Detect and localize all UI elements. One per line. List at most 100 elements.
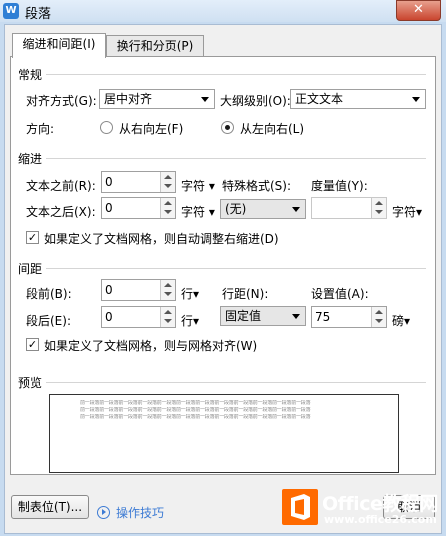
spin-up-icon[interactable] [164, 175, 172, 179]
rtl-radio[interactable] [100, 121, 113, 134]
outline-level-label: 大纲级别(O): [220, 94, 291, 108]
chevron-down-icon [201, 97, 209, 102]
spacing-grid-checkbox[interactable]: ✓ [26, 338, 39, 351]
check-icon: ✓ [27, 338, 38, 351]
tips-link[interactable]: 操作技巧 [116, 504, 164, 521]
spinner-buttons[interactable] [371, 198, 386, 218]
tab-stops-label: 制表位(T)... [17, 500, 83, 514]
space-before-input[interactable]: 0 [101, 279, 176, 301]
chevron-down-icon: ▾ [193, 314, 200, 328]
chevron-down-icon: ▾ [416, 205, 423, 219]
indent-before-input[interactable]: 0 [101, 171, 176, 193]
indent-grid-checkbox[interactable]: ✓ [26, 231, 39, 244]
chevron-down-icon: ▾ [208, 179, 215, 193]
space-after-input[interactable]: 0 [101, 306, 176, 328]
preview-line: 前一段落前一段落前一段落前一段落前一段落前一段落前一段落前一段落前一段落前一段落… [80, 400, 311, 406]
play-icon[interactable] [97, 506, 110, 519]
close-button[interactable]: ✕ [396, 0, 441, 21]
office-logo [282, 489, 318, 525]
measure-input[interactable] [311, 197, 387, 219]
unit-label: 磅 [392, 314, 405, 328]
spinner-buttons[interactable] [160, 172, 175, 192]
space-before-label: 段前(B): [26, 287, 72, 301]
window-title: 段落 [25, 7, 52, 22]
indent-after-unit[interactable]: 字符 ▾ [181, 203, 215, 220]
chevron-down-icon: ▾ [193, 287, 200, 301]
chevron-down-icon: ▾ [404, 314, 411, 328]
space-before-value: 0 [105, 283, 113, 297]
space-after-label: 段后(E): [26, 314, 71, 328]
section-indent-label: 缩进 [18, 152, 43, 166]
spin-up-icon[interactable] [164, 201, 172, 205]
tab-indent-spacing[interactable]: 缩进和间距(I) [12, 33, 106, 58]
unit-label: 字符 [181, 179, 206, 193]
setting-value-label: 设置值(A): [311, 287, 369, 301]
ltr-radio[interactable] [221, 121, 234, 134]
special-format-select[interactable]: (无) [220, 199, 306, 219]
office-door-icon [291, 494, 310, 520]
ltr-label: 从左向右(L) [240, 122, 305, 136]
spin-up-icon[interactable] [375, 310, 383, 314]
alignment-label: 对齐方式(G): [26, 94, 97, 108]
tab-line-page-breaks[interactable]: 换行和分页(P) [106, 35, 204, 57]
space-before-unit[interactable]: 行▾ [181, 285, 199, 302]
unit-label: 字符 [392, 205, 417, 219]
indent-after-label: 文本之后(X): [26, 205, 96, 219]
chevron-down-icon [292, 314, 300, 319]
line-spacing-value: 固定值 [225, 309, 262, 323]
section-preview-label: 预览 [18, 376, 43, 390]
preview-line: 前一段落前一段落前一段落前一段落前一段落前一段落前一段落前一段落前一段落前一段落… [80, 414, 311, 420]
rtl-label: 从右向左(F) [119, 122, 184, 136]
section-spacing-label: 间距 [18, 262, 43, 276]
chevron-down-icon [412, 97, 420, 102]
setting-value-unit[interactable]: 磅▾ [392, 312, 410, 329]
indent-after-input[interactable]: 0 [101, 197, 176, 219]
chevron-down-icon [292, 207, 300, 212]
special-format-label: 特殊格式(S): [222, 179, 292, 193]
line-spacing-select[interactable]: 固定值 [220, 306, 306, 326]
spinner-buttons[interactable] [371, 307, 386, 327]
spin-down-icon[interactable] [164, 210, 172, 214]
outline-level-value: 正文文本 [295, 92, 344, 106]
tab-stops-button[interactable]: 制表位(T)... [11, 495, 89, 519]
spin-down-icon[interactable] [375, 210, 383, 214]
spin-up-icon[interactable] [164, 310, 172, 314]
divider [46, 382, 426, 383]
indent-before-value: 0 [105, 175, 113, 189]
unit-label: 字符 [181, 205, 206, 219]
unit-label: 行 [181, 287, 194, 301]
tab-label: 缩进和间距(I) [22, 37, 96, 51]
unit-label: 行 [181, 314, 194, 328]
setting-value-input[interactable]: 75 [311, 306, 387, 328]
space-after-unit[interactable]: 行▾ [181, 312, 199, 329]
alignment-select[interactable]: 居中对齐 [99, 89, 215, 109]
outline-level-select[interactable]: 正文文本 [290, 89, 426, 109]
spin-down-icon[interactable] [164, 184, 172, 188]
spin-down-icon[interactable] [375, 319, 383, 323]
direction-label: 方向: [26, 122, 55, 136]
title-bar[interactable] [0, 0, 446, 22]
measure-label: 度量值(Y): [311, 179, 368, 193]
space-after-value: 0 [105, 310, 113, 324]
watermark-url: www.office26.com [324, 513, 437, 526]
special-format-value: (无) [225, 202, 247, 216]
line-spacing-label: 行距(N): [222, 287, 269, 301]
spinner-buttons[interactable] [160, 307, 175, 327]
spin-up-icon[interactable] [375, 201, 383, 205]
spin-down-icon[interactable] [164, 319, 172, 323]
chevron-down-icon: ▾ [208, 205, 215, 219]
close-icon: ✕ [413, 2, 424, 17]
check-icon: ✓ [27, 231, 38, 244]
indent-before-unit[interactable]: 字符 ▾ [181, 177, 215, 194]
spin-down-icon[interactable] [164, 292, 172, 296]
divider [46, 268, 426, 269]
spinner-buttons[interactable] [160, 280, 175, 300]
indent-before-label: 文本之前(R): [26, 179, 96, 193]
indent-grid-label: 如果定义了文档网格，则自动调整右缩进(D) [44, 232, 279, 246]
spinner-buttons[interactable] [160, 198, 175, 218]
spacing-grid-label: 如果定义了文档网格，则与网格对齐(W) [44, 339, 258, 353]
indent-after-value: 0 [105, 201, 113, 215]
measure-unit[interactable]: 字符▾ [392, 203, 422, 220]
section-general-label: 常规 [18, 68, 43, 82]
spin-up-icon[interactable] [164, 283, 172, 287]
